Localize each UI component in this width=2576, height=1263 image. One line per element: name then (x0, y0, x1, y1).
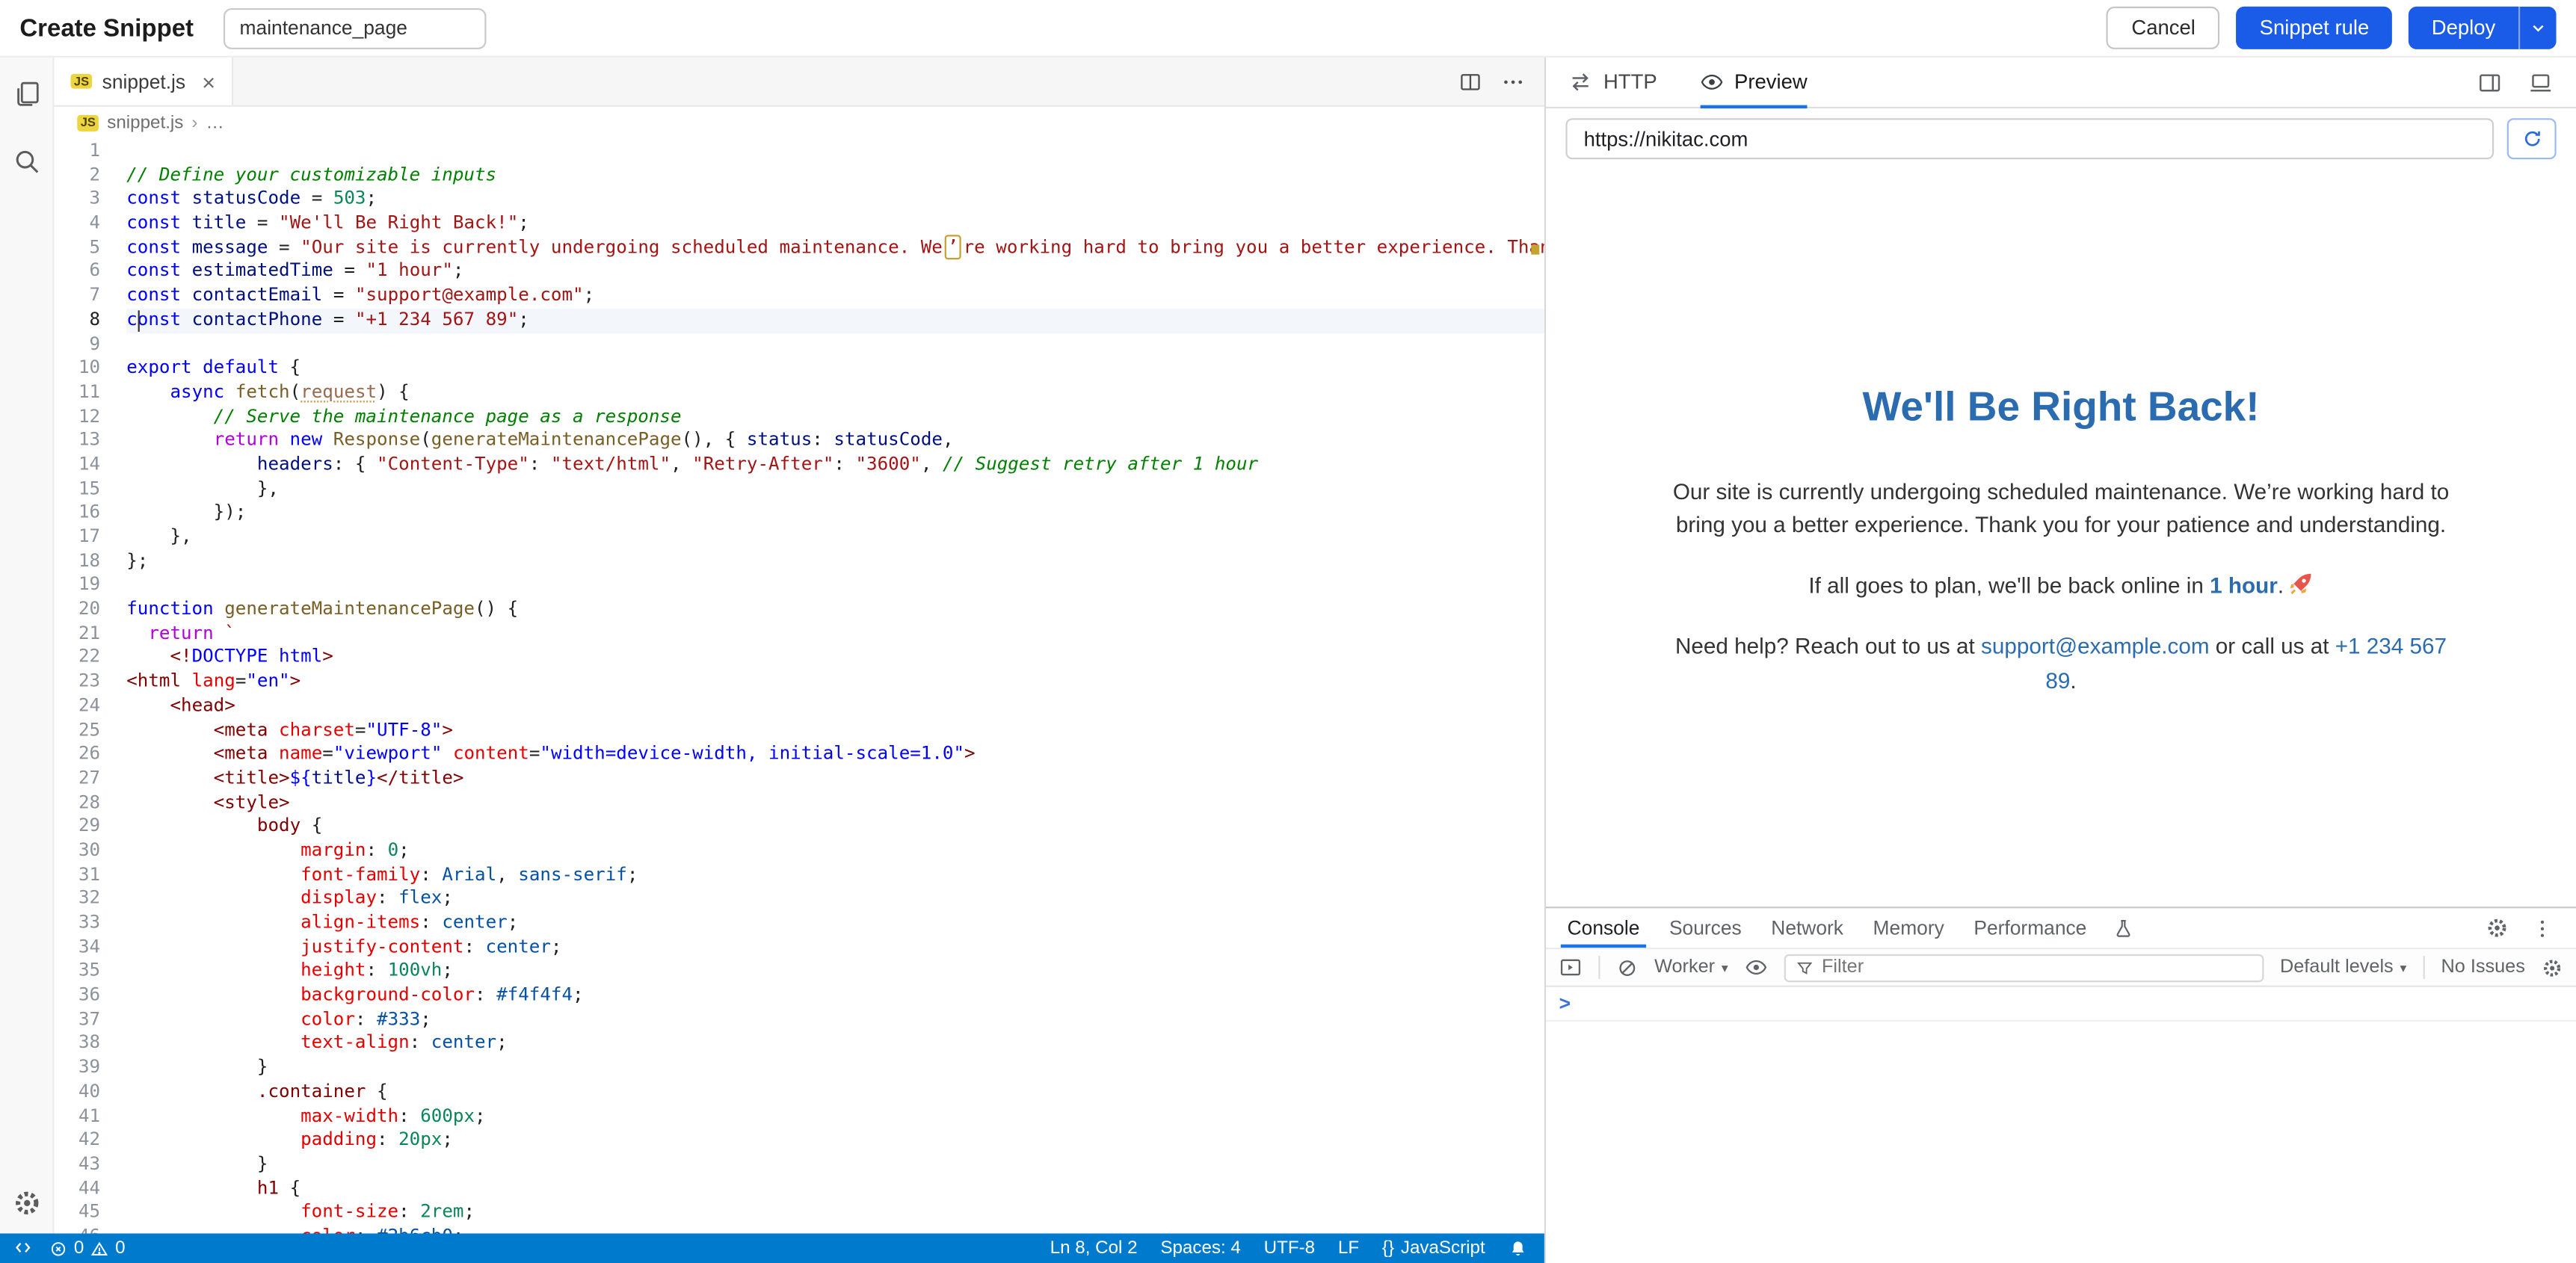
files-icon[interactable] (12, 81, 40, 108)
devtools-panel: Console Sources Network Memory Performan… (1546, 907, 2576, 1263)
devtools-settings-gear-icon[interactable] (2486, 916, 2509, 939)
deploy-button[interactable]: Deploy (2409, 7, 2518, 49)
clear-console-icon[interactable] (1617, 957, 1639, 978)
js-file-icon: JS (71, 73, 93, 89)
issues-counter[interactable]: No Issues (2441, 957, 2524, 977)
settings-gear-icon[interactable] (12, 1189, 40, 1217)
console-prompt-chevron: > (1559, 992, 1571, 1015)
problems-indicator[interactable]: 0 0 (49, 1238, 126, 1258)
tab-http[interactable]: HTTP (1569, 58, 1657, 107)
line-numbers: 1234567891011121314151617181920212223242… (55, 140, 120, 1234)
tab-label: snippet.js (102, 70, 185, 93)
console-output[interactable]: > (1546, 987, 2576, 1263)
encoding-setting[interactable]: UTF-8 (1264, 1238, 1316, 1258)
breadcrumb-separator: › (191, 114, 197, 133)
tab-console[interactable]: Console (1553, 908, 1654, 948)
maintenance-page: We'll Be Right Back! Our site is current… (1651, 378, 2472, 698)
editor-status-bar: 0 0 Ln 8, Col 2 Spaces: 4 UTF-8 LF {} Ja… (0, 1233, 1544, 1263)
tab-preview-label: Preview (1734, 71, 1808, 94)
console-filter-box (1784, 954, 2264, 981)
create-snippet-app: Create Snippet Cancel Snippet rule Deplo… (0, 0, 2576, 1263)
language-label: JavaScript (1401, 1238, 1485, 1258)
tab-sources[interactable]: Sources (1654, 908, 1756, 948)
editor-tab-bar: JS snippet.js × (55, 58, 1544, 107)
execution-context-selector[interactable]: Worker▾ (1654, 957, 1728, 977)
log-levels-selector[interactable]: Default levels▾ (2280, 957, 2406, 977)
preview-panel: HTTP Preview (1546, 58, 2576, 1263)
breadcrumb-more[interactable]: … (206, 114, 224, 133)
code-editor[interactable]: 1234567891011121314151617181920212223242… (55, 140, 1544, 1234)
tab-memory[interactable]: Memory (1858, 908, 1959, 948)
console-toolbar: Worker▾ Default levels▾ No Iss (1546, 949, 2576, 987)
error-icon (49, 1239, 67, 1257)
search-icon[interactable] (12, 148, 40, 176)
editor-panel: JS snippet.js × (0, 58, 1546, 1263)
eol-setting[interactable]: LF (1338, 1238, 1359, 1258)
more-actions-icon[interactable] (1502, 70, 1525, 93)
maintenance-heading: We'll Be Right Back! (1667, 378, 2456, 439)
js-file-icon: JS (77, 115, 99, 131)
braces-glyph: {} (1382, 1238, 1394, 1258)
devtools-menu-icon[interactable] (2532, 917, 2554, 939)
remote-indicator-icon[interactable] (13, 1238, 33, 1258)
tab-preview[interactable]: Preview (1700, 58, 1808, 107)
tab-performance[interactable]: Performance (1959, 908, 2102, 948)
maintenance-contact-line: Need help? Reach out to us at support@ex… (1667, 632, 2456, 698)
maintenance-message: Our site is currently undergoing schedul… (1667, 476, 2456, 543)
page-title: Create Snippet (19, 14, 194, 42)
chevron-down-icon: ▾ (1722, 960, 1728, 975)
tab-http-label: HTTP (1603, 71, 1657, 94)
toolbar-divider (2423, 956, 2424, 979)
breadcrumb-file[interactable]: snippet.js (107, 114, 183, 133)
preview-viewport: We'll Be Right Back! Our site is current… (1546, 169, 2576, 907)
notifications-bell-icon[interactable] (1508, 1238, 1527, 1258)
code-lines[interactable]: // Define your customizable inputsconst … (120, 140, 1544, 1234)
console-prompt-row[interactable]: > (1546, 987, 2576, 1022)
panel-layout-icon[interactable] (2477, 70, 2502, 94)
rocket-icon (2289, 572, 2314, 596)
console-settings-gear-icon[interactable] (2542, 957, 2563, 978)
console-sidebar-toggle-icon[interactable] (1559, 956, 1583, 979)
url-input[interactable] (1565, 118, 2494, 159)
http-swap-icon (1569, 71, 1592, 94)
indentation-setting[interactable]: Spaces: 4 (1160, 1238, 1241, 1258)
app-header: Create Snippet Cancel Snippet rule Deplo… (0, 0, 2576, 58)
console-filter-input[interactable] (1822, 957, 2252, 977)
eta-value: 1 hour (2210, 573, 2278, 598)
warning-count: 0 (115, 1238, 125, 1258)
toolbar-divider (1598, 956, 1600, 979)
preview-panel-tabs: HTTP Preview (1546, 58, 2576, 108)
deploy-split-button: Deploy (2409, 7, 2557, 49)
maintenance-eta-line: If all goes to plan, we'll be back onlin… (1667, 570, 2456, 604)
experiment-flask-icon[interactable] (2101, 908, 2145, 948)
live-expression-eye-icon[interactable] (1745, 956, 1768, 979)
filter-funnel-icon (1796, 958, 1814, 976)
activity-bar (0, 58, 55, 1234)
eye-icon (1700, 71, 1723, 94)
refresh-icon (2521, 128, 2542, 149)
overview-ruler-mark (1531, 244, 1539, 254)
device-toolbar-icon[interactable] (2528, 70, 2553, 94)
close-tab-icon[interactable]: × (202, 70, 215, 93)
deploy-dropdown-button[interactable] (2518, 7, 2557, 49)
tab-snippet-js[interactable]: JS snippet.js × (55, 58, 234, 105)
breadcrumb[interactable]: JS snippet.js › … (55, 107, 1544, 140)
warning-icon (90, 1239, 108, 1257)
support-email-link[interactable]: support@example.com (1981, 634, 2210, 659)
language-mode[interactable]: {} JavaScript (1382, 1238, 1485, 1258)
snippet-name-input[interactable] (224, 7, 487, 49)
url-bar (1546, 108, 2576, 169)
refresh-button[interactable] (2507, 118, 2557, 159)
tab-network[interactable]: Network (1756, 908, 1858, 948)
split-editor-icon[interactable] (1459, 70, 1482, 93)
chevron-down-icon: ▾ (2400, 960, 2407, 975)
chevron-down-icon (2530, 19, 2546, 36)
cursor-position[interactable]: Ln 8, Col 2 (1050, 1238, 1138, 1258)
devtools-tab-bar: Console Sources Network Memory Performan… (1546, 908, 2576, 949)
snippet-rule-button[interactable]: Snippet rule (2237, 7, 2392, 49)
cancel-button[interactable]: Cancel (2107, 7, 2219, 49)
error-count: 0 (74, 1238, 84, 1258)
